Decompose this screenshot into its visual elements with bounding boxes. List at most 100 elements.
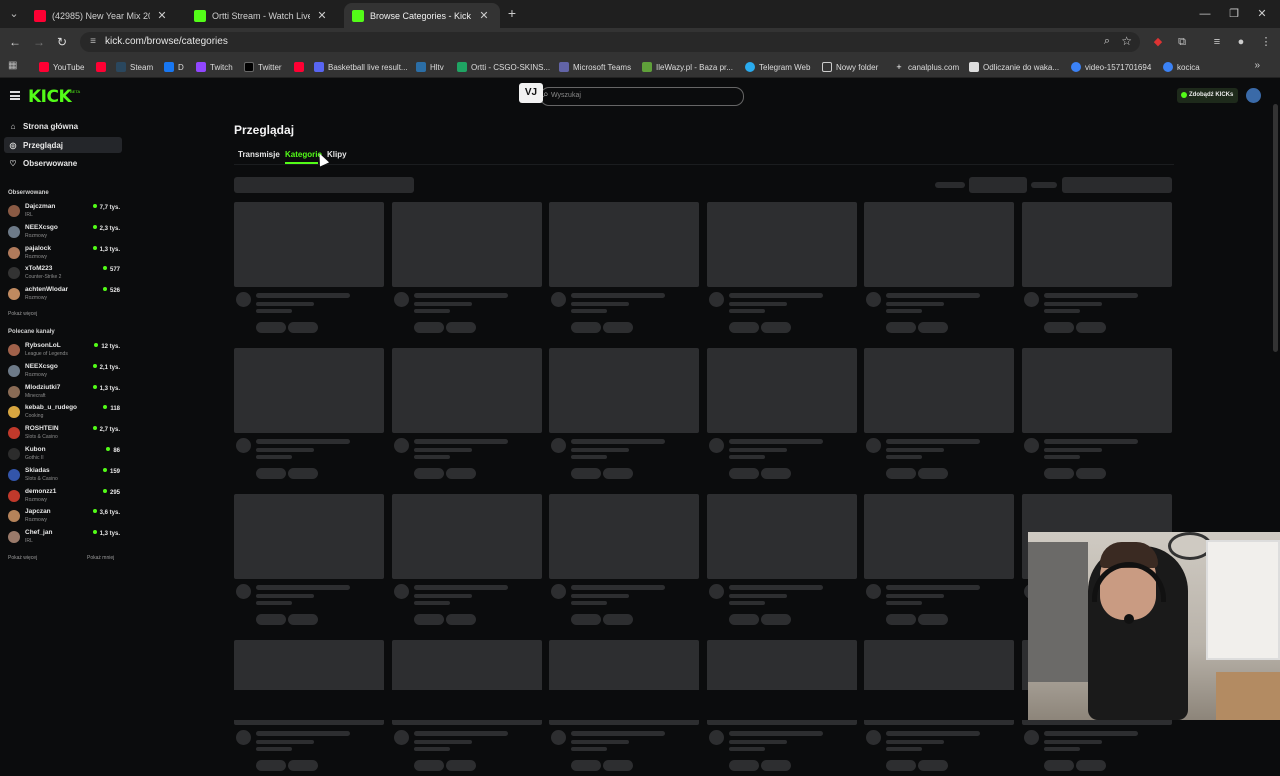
bottom-bar (0, 690, 1028, 720)
apps-grid-icon[interactable]: ▦ (8, 60, 20, 72)
browser-tab-strip: ⌄ (42985) New Year Mix 2026 | Th ✕ Ortti… (0, 0, 1280, 28)
close-tab-icon[interactable]: ✕ (316, 9, 328, 22)
bookmark-item[interactable]: Steam (116, 60, 153, 74)
bookmark-item[interactable]: Hltv (416, 60, 444, 74)
site-info-icon[interactable]: ≡ (86, 35, 100, 49)
subtitle-skeleton (414, 448, 472, 452)
bookmark-item[interactable]: Microsoft Teams (559, 60, 631, 74)
bookmark-item[interactable]: Ortti - CSGO-SKINS... (457, 60, 550, 74)
live-dot-icon (102, 287, 107, 292)
sidebar-item-following[interactable]: ♡ Obserwowane (4, 155, 122, 171)
address-bar[interactable]: ≡ kick.com/browse/categories ⌕ ☆ (80, 32, 1140, 52)
title-skeleton (571, 293, 665, 298)
browser-toolbar: ← → ↻ ≡ kick.com/browse/categories ⌕ ☆ ◆… (0, 28, 1280, 56)
recommended-show-less-link[interactable]: Pokaż mniej (87, 555, 114, 561)
sidebar-item-home[interactable]: ⌂ Strona główna (4, 118, 122, 134)
bookmark-item[interactable]: YouTube (39, 60, 84, 74)
bookmark-item[interactable] (96, 60, 110, 74)
tag-skeleton (918, 468, 948, 479)
live-dot-icon (103, 405, 108, 410)
close-tab-icon[interactable]: ✕ (478, 9, 490, 22)
viewer-count-value: 2,7 tys. (99, 427, 120, 434)
tag-skeleton (1044, 760, 1074, 771)
browser-tab[interactable]: Ortti Stream - Watch Live on Ki ✕ (186, 3, 338, 28)
search-input[interactable]: ⌕ Wyszukaj (540, 87, 744, 106)
thumbnail-skeleton (1022, 202, 1172, 287)
avatar-skeleton (551, 292, 566, 307)
channel-row[interactable]: Dajczman IRL 7,7 tys. (8, 203, 122, 223)
extensions-puzzle-icon[interactable]: ⧉ (1174, 34, 1190, 50)
tag-skeleton (729, 760, 759, 771)
bookmark-item[interactable]: D (164, 60, 184, 74)
video-icon (1163, 62, 1173, 72)
channel-category: Counter-Strike 2 (25, 274, 62, 281)
bookmark-item[interactable]: Twitch (196, 60, 233, 74)
bookmark-item[interactable]: IleWazy.pl - Baza pr... (642, 60, 733, 74)
channel-row[interactable]: RybsonLoL League of Legends 12 tys. (8, 342, 122, 362)
reload-icon[interactable]: ↻ (54, 34, 70, 50)
channel-row[interactable]: Skiadas Slots & Casino 159 (8, 467, 122, 487)
bookmark-item[interactable]: Odliczanie do waka... (969, 60, 1059, 74)
bookmark-star-icon[interactable]: ☆ (1121, 34, 1132, 48)
channel-row[interactable]: Kubon Gothic II 86 (8, 446, 122, 466)
media-control-icon[interactable]: ≡ (1209, 34, 1225, 50)
tab-search-chevron-icon[interactable]: ⌄ (6, 6, 22, 22)
profile-icon[interactable]: ● (1233, 34, 1249, 50)
meta-skeleton (256, 309, 292, 313)
bookmark-item[interactable]: Twitter (244, 60, 282, 74)
back-arrow-icon[interactable]: ← (7, 34, 23, 50)
browser-tab-title: Browse Categories - Kick Strea (370, 10, 472, 21)
bookmarks-overflow-icon[interactable]: » (1254, 60, 1260, 71)
channel-category: Rozmowy (25, 517, 47, 524)
kick-logo[interactable]: KICK (28, 87, 72, 107)
user-avatar[interactable] (1246, 88, 1261, 103)
avatar-skeleton (394, 292, 409, 307)
bookmark-item[interactable]: Nowy folder (822, 60, 878, 74)
zoom-magnifier-icon[interactable]: ⌕ (1104, 35, 1110, 48)
extension-red-icon[interactable]: ◆ (1150, 34, 1166, 50)
get-kicks-button[interactable]: Zdobądź KICKs (1177, 88, 1239, 103)
close-tab-icon[interactable]: ✕ (156, 9, 168, 22)
sidebar-item-browse[interactable]: ◎ Przeglądaj (4, 137, 122, 153)
bookmark-item[interactable]: kocica (1163, 60, 1200, 74)
channel-row[interactable]: ROSHTEIN Slots & Casino 2,7 tys. (8, 425, 122, 445)
channel-row[interactable]: Japczan Rozmowy 3,6 tys. (8, 508, 122, 528)
bookmark-item[interactable] (294, 60, 308, 74)
recommended-show-more-link[interactable]: Pokaż więcej (8, 555, 37, 561)
viewer-count: 118 (103, 405, 120, 412)
tab-clips[interactable]: Klipy (327, 150, 347, 159)
channel-row[interactable]: Mlodziutki7 Minecraft 1,3 tys. (8, 384, 122, 404)
thumbnail-skeleton (707, 494, 857, 579)
channel-row[interactable]: achtenWlodar Rozmowy 526 (8, 286, 122, 306)
restore-icon[interactable]: ❐ (1225, 6, 1243, 22)
bookmark-item[interactable]: Basketball live result... (314, 60, 408, 74)
tag-skeleton (918, 760, 948, 771)
channel-row[interactable]: NEEXcsgo Rozmowy 2,3 tys. (8, 224, 122, 244)
page-scrollbar[interactable] (1273, 104, 1278, 352)
channel-avatar (8, 288, 20, 301)
browser-tab[interactable]: (42985) New Year Mix 2026 | Th ✕ (26, 3, 178, 28)
filter-skeleton (234, 177, 414, 193)
tab-livestreams[interactable]: Transmisje (238, 150, 280, 159)
menu-kebab-icon[interactable]: ⋮ (1258, 34, 1274, 50)
channel-row[interactable]: pajalock Rozmowy 1,3 tys. (8, 245, 122, 265)
close-window-icon[interactable]: ✕ (1253, 6, 1271, 22)
address-bar-url[interactable]: kick.com/browse/categories (105, 36, 228, 47)
followed-show-more-link[interactable]: Pokaż więcej (8, 311, 37, 317)
new-tab-plus-icon[interactable]: + (505, 5, 519, 21)
browser-tab-active[interactable]: Browse Categories - Kick Strea ✕ (344, 3, 500, 28)
category-card-skeleton (549, 348, 699, 484)
channel-row[interactable]: xToM223 Counter-Strike 2 577 (8, 265, 122, 285)
title-skeleton (571, 731, 665, 736)
bookmark-item[interactable]: Telegram Web (745, 60, 810, 74)
channel-row[interactable]: Chef_jan IRL 1,3 tys. (8, 529, 122, 549)
sort-skeleton (1062, 177, 1172, 193)
channel-row[interactable]: demonzz1 Rozmowy 295 (8, 488, 122, 508)
bookmark-item[interactable]: + canalplus.com (894, 60, 959, 74)
hamburger-menu-icon[interactable] (10, 91, 20, 100)
minimize-icon[interactable]: — (1196, 6, 1214, 22)
bookmark-item[interactable]: video-1571701694 (1071, 60, 1151, 74)
channel-row[interactable]: kebab_u_rudego Cooking 118 (8, 404, 122, 424)
channel-row[interactable]: NEEXcsgo Rozmowy 2,1 tys. (8, 363, 122, 383)
forward-arrow-icon[interactable]: → (31, 34, 47, 50)
